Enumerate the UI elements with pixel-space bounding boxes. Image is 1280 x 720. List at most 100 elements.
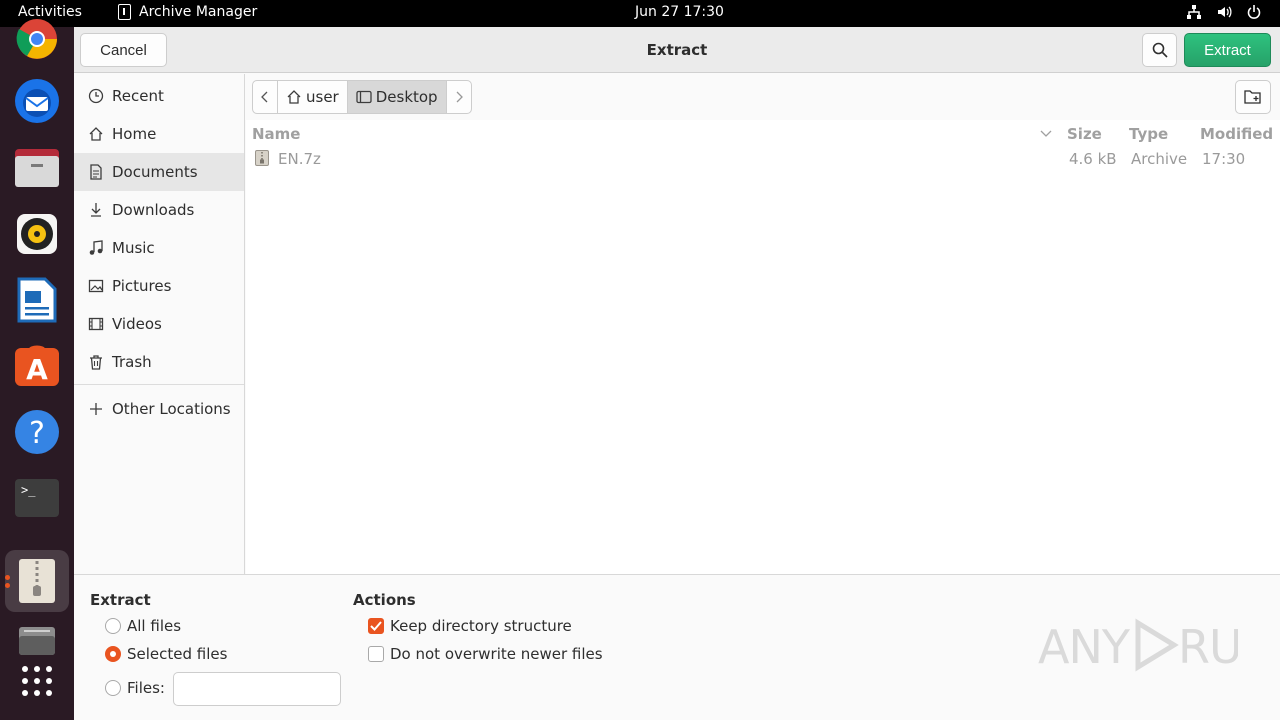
places-sidebar: Recent Home Documents Downloads Music Pi…	[74, 74, 245, 574]
files-label: Files:	[127, 679, 165, 697]
extract-button[interactable]: Extract	[1184, 33, 1271, 67]
dock: A ? >_	[0, 19, 74, 720]
sidebar-item-downloads[interactable]: Downloads	[74, 191, 244, 229]
path-segment-desktop[interactable]: Desktop	[347, 81, 447, 113]
archive-file-icon	[255, 150, 269, 166]
clock[interactable]: Jun 27 17:30	[635, 4, 724, 20]
no-overwrite-checkbox[interactable]: Do not overwrite newer files	[368, 645, 603, 663]
volume-icon[interactable]	[1216, 4, 1232, 20]
radio-button[interactable]	[105, 680, 121, 696]
svg-text:>_: >_	[21, 483, 36, 497]
all-files-label: All files	[127, 617, 182, 635]
column-header-type[interactable]: Type	[1129, 125, 1168, 143]
search-icon	[1152, 42, 1168, 58]
column-header-size[interactable]: Size	[1067, 125, 1102, 143]
checkbox-checked[interactable]	[368, 618, 384, 634]
selected-files-radio[interactable]: Selected files	[105, 645, 227, 663]
sidebar-item-label: Home	[112, 125, 157, 143]
thunderbird-icon[interactable]	[13, 77, 61, 125]
sort-chevron-down-icon[interactable]	[1040, 130, 1052, 138]
sidebar-item-label: Downloads	[112, 201, 195, 219]
archive-manager-icon[interactable]	[13, 557, 61, 605]
path-segment-label: user	[306, 88, 339, 106]
sidebar-item-trash[interactable]: Trash	[74, 343, 244, 381]
sidebar-item-label: Trash	[112, 353, 152, 371]
path-segment-user[interactable]: user	[278, 81, 348, 113]
sidebar-item-pictures[interactable]: Pictures	[74, 267, 244, 305]
files-pattern-radio[interactable]: Files:	[105, 679, 165, 697]
svg-text:?: ?	[29, 416, 45, 451]
app-center-icon[interactable]: A	[13, 342, 61, 390]
cancel-button[interactable]: Cancel	[80, 33, 167, 67]
picture-icon	[87, 277, 105, 295]
files-icon[interactable]	[13, 144, 61, 192]
path-back-button[interactable]	[253, 81, 278, 113]
chrome-icon[interactable]	[13, 15, 61, 63]
sidebar-item-label: Music	[112, 239, 155, 257]
svg-text:ANY: ANY	[1038, 620, 1131, 674]
sidebar-item-label: Other Locations	[112, 400, 231, 418]
app-menu[interactable]: Archive Manager	[118, 4, 257, 20]
dialog-title: Extract	[646, 41, 708, 59]
column-header-name[interactable]: Name	[252, 125, 300, 143]
svg-text:A: A	[26, 353, 48, 386]
sidebar-item-label: Pictures	[112, 277, 172, 295]
sidebar-item-videos[interactable]: Videos	[74, 305, 244, 343]
checkbox[interactable]	[368, 646, 384, 662]
sidebar-item-documents[interactable]: Documents	[74, 153, 244, 191]
clock-icon	[87, 87, 105, 105]
system-tray[interactable]	[1186, 4, 1262, 20]
rhythmbox-icon[interactable]	[13, 210, 61, 258]
radio-button-selected[interactable]	[105, 646, 121, 662]
all-files-radio[interactable]: All files	[105, 617, 181, 635]
keep-structure-label: Keep directory structure	[390, 617, 572, 635]
anyrun-watermark: ANY RUN	[1038, 615, 1238, 675]
path-segment-label: Desktop	[375, 88, 438, 106]
sidebar-item-home[interactable]: Home	[74, 115, 244, 153]
chevron-left-icon	[261, 91, 268, 103]
radio-button[interactable]	[105, 618, 121, 634]
file-size-cell: 4.6 kB	[1069, 150, 1117, 168]
sidebar-divider	[74, 384, 244, 385]
terminal-icon[interactable]: >_	[13, 474, 61, 522]
actions-heading: Actions	[353, 591, 416, 609]
checkmark-icon	[370, 621, 382, 631]
top-bar: Activities Archive Manager Jun 27 17:30	[0, 0, 1280, 27]
column-header-modified[interactable]: Modified	[1200, 125, 1273, 143]
sidebar-item-recent[interactable]: Recent	[74, 77, 244, 115]
document-icon	[87, 163, 105, 181]
app-name: Archive Manager	[139, 4, 258, 20]
trash-icon	[87, 353, 105, 371]
home-icon	[87, 125, 105, 143]
file-name-cell: EN.7z	[278, 150, 321, 168]
path-forward-button[interactable]	[447, 81, 471, 113]
video-icon	[87, 315, 105, 333]
app-grid-icon[interactable]	[13, 657, 61, 705]
files-pattern-input[interactable]	[173, 672, 341, 706]
network-icon[interactable]	[1186, 4, 1202, 20]
sidebar-item-other-locations[interactable]: Other Locations	[74, 390, 244, 428]
extract-dialog: Cancel Extract Extract Recent Home Docum…	[74, 27, 1280, 720]
sidebar-item-label: Recent	[112, 87, 164, 105]
svg-text:RUN: RUN	[1178, 620, 1238, 674]
selected-files-label: Selected files	[127, 645, 228, 663]
extract-heading: Extract	[90, 591, 151, 609]
table-row[interactable]	[246, 145, 1280, 169]
search-button[interactable]	[1142, 33, 1177, 67]
path-bar: user Desktop	[252, 80, 472, 114]
download-icon	[87, 201, 105, 219]
desktop-icon	[356, 90, 372, 104]
file-list: Name Size Type Modified EN.7z 4.6 kB Arc…	[246, 120, 1280, 574]
help-icon[interactable]: ?	[13, 408, 61, 456]
running-indicator	[5, 583, 10, 588]
keep-structure-checkbox[interactable]: Keep directory structure	[368, 617, 572, 635]
power-icon[interactable]	[1246, 4, 1262, 20]
file-modified-cell: 17:30	[1202, 150, 1246, 168]
music-icon	[87, 239, 105, 257]
header-bar: Cancel Extract Extract	[74, 27, 1280, 73]
sidebar-item-music[interactable]: Music	[74, 229, 244, 267]
new-folder-button[interactable]	[1235, 80, 1271, 114]
writer-icon[interactable]	[13, 276, 61, 324]
sidebar-item-label: Documents	[112, 163, 198, 181]
home-icon	[287, 90, 301, 104]
